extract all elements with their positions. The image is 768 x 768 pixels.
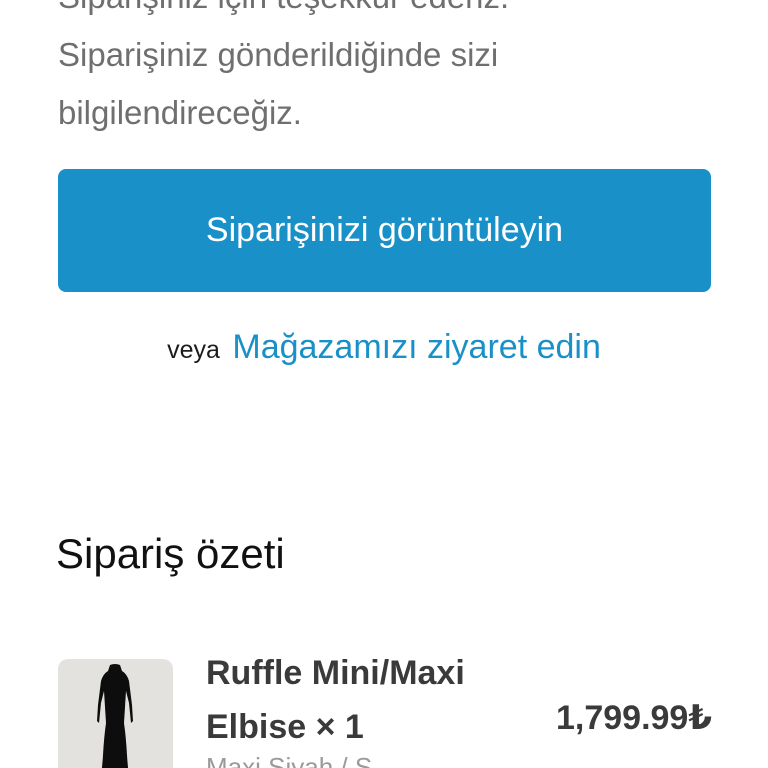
view-order-button[interactable]: Siparişinizi görüntüleyin (58, 169, 711, 292)
message-line-1: Siparişiniz gönderildiğinde sizi (58, 36, 499, 73)
view-order-button-label: Siparişinizi görüntüleyin (205, 211, 564, 249)
order-confirmation-message: Siparişiniz için teşekkür ederiz. Sipari… (58, 0, 718, 142)
product-name-line-1: Ruffle Mini/Maxi (206, 654, 465, 692)
message-line-0: Siparişiniz için teşekkür ederiz. (58, 0, 718, 26)
product-name: Ruffle Mini/Maxi Elbise × 1 (206, 646, 526, 754)
order-confirmation-page: Siparişiniz için teşekkür ederiz. Sipari… (0, 0, 768, 768)
product-variant: Maxi Siyah / S (206, 752, 373, 768)
product-name-line-2: Elbise × 1 (206, 708, 364, 746)
black-maxi-dress-icon (97, 664, 133, 768)
order-summary-heading: Sipariş özeti (56, 530, 285, 577)
visit-store-link[interactable]: Mağazamızı ziyaret edin (232, 328, 601, 366)
order-line-item: Ruffle Mini/Maxi Elbise × 1 Maxi Siyah /… (58, 640, 712, 768)
message-line-2: bilgilendireceğiz. (58, 94, 302, 131)
product-price: 1,799.99₺ (555, 699, 712, 737)
alternative-action: veya Mağazamızı ziyaret edin (0, 328, 768, 367)
or-text: veya (167, 336, 220, 364)
product-thumbnail (58, 659, 173, 768)
